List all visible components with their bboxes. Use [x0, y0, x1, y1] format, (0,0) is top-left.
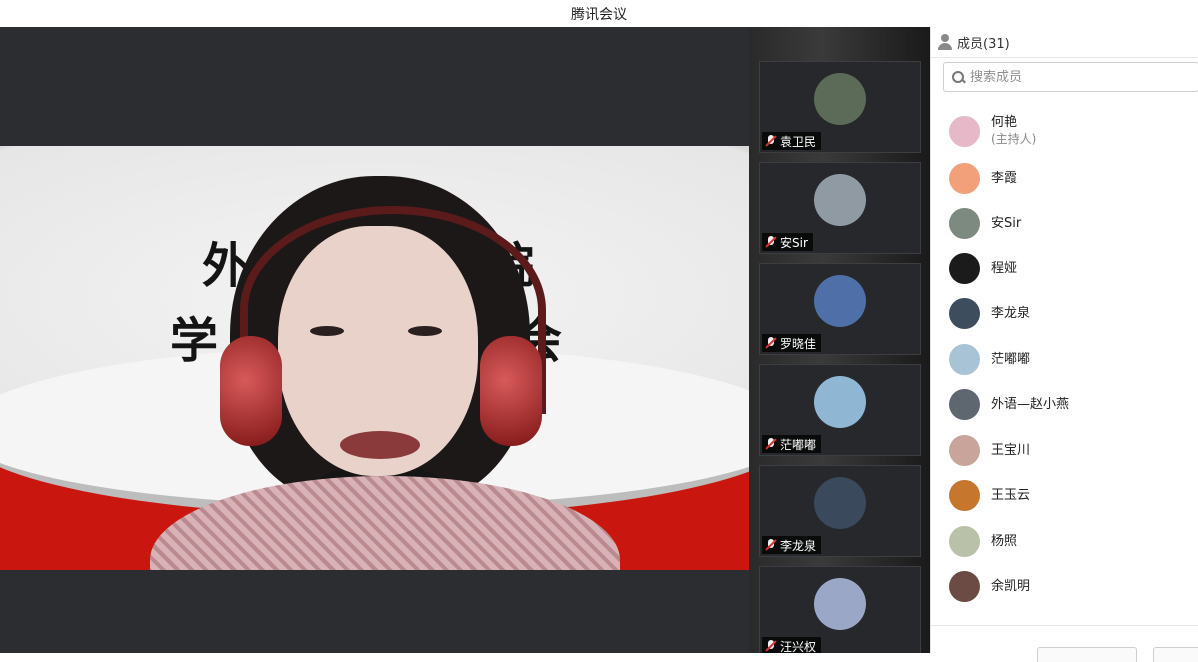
member-name: 李霞	[991, 170, 1018, 186]
list-item[interactable]: 杨照	[949, 523, 1017, 559]
speaker-figure	[150, 166, 620, 570]
avatar	[814, 578, 866, 630]
list-item[interactable]: 茫嘟嘟	[949, 341, 1030, 377]
participant-video-strip[interactable]: 袁卫民 安Sir 罗晓佳 茫嘟嘟 李龙泉 汪兴权	[749, 27, 930, 653]
headphone-right	[480, 336, 542, 446]
avatar	[949, 162, 980, 194]
participant-label: 茫嘟嘟	[762, 435, 822, 453]
member-name: 杨照	[991, 533, 1018, 549]
avatar	[949, 207, 980, 239]
avatar	[949, 297, 980, 329]
search-input[interactable]	[968, 68, 1172, 86]
footer-button[interactable]	[1153, 647, 1198, 662]
participant-label: 李龙泉	[762, 536, 822, 554]
participant-label: 罗晓佳	[762, 334, 822, 352]
member-search-box[interactable]	[943, 62, 1198, 92]
mic-muted-icon	[765, 135, 777, 147]
participant-label: 汪兴权	[762, 637, 822, 653]
mic-muted-icon	[765, 640, 777, 652]
participant-tile[interactable]: 袁卫民	[759, 61, 921, 153]
avatar	[949, 479, 980, 511]
avatar	[949, 388, 980, 420]
avatar	[949, 525, 980, 557]
avatar	[949, 434, 980, 466]
mic-muted-icon	[765, 236, 777, 248]
footer-button[interactable]	[1037, 647, 1137, 662]
member-name: 茫嘟嘟	[991, 351, 1031, 367]
window-title-bar: 腾讯会议	[0, 0, 1198, 27]
list-item[interactable]: 何艳 (主持人)	[949, 113, 1036, 149]
search-icon	[952, 71, 964, 83]
members-panel-footer	[931, 625, 1198, 662]
avatar	[949, 343, 980, 375]
avatar	[814, 275, 866, 327]
members-panel: 成员(31) 何艳 (主持人) 李霞 安Sir 程娅 李龙泉	[930, 27, 1198, 662]
members-panel-header: 成员(31)	[931, 27, 1198, 58]
participant-tile[interactable]: 安Sir	[759, 162, 921, 254]
participant-tile[interactable]: 罗晓佳	[759, 263, 921, 355]
avatar	[814, 477, 866, 529]
avatar	[949, 252, 980, 284]
main-speaker-video[interactable]: 外院 学会	[0, 146, 749, 570]
list-item[interactable]: 安Sir	[949, 205, 1021, 241]
participant-tile[interactable]: 李龙泉	[759, 465, 921, 557]
window-title: 腾讯会议	[571, 6, 627, 23]
member-name: 王玉云	[991, 487, 1031, 503]
list-item[interactable]: 王宝川	[949, 432, 1030, 468]
list-item[interactable]: 李霞	[949, 160, 1017, 196]
member-name: 王宝川	[991, 442, 1031, 458]
participant-label: 安Sir	[762, 233, 813, 251]
members-count-title: 成员(31)	[957, 36, 1010, 52]
participant-label: 袁卫民	[762, 132, 822, 150]
member-name: 李龙泉	[991, 305, 1031, 321]
member-role: (主持人)	[991, 132, 1037, 146]
member-name: 程娅	[991, 260, 1018, 276]
avatar	[949, 115, 980, 147]
list-item[interactable]: 外语—赵小燕	[949, 386, 1069, 422]
list-item[interactable]: 余凯明	[949, 568, 1030, 604]
headphone-left	[220, 336, 282, 446]
avatar	[949, 570, 980, 602]
list-item[interactable]: 李龙泉	[949, 295, 1030, 331]
participant-tile[interactable]: 汪兴权	[759, 566, 921, 653]
person-icon	[937, 34, 953, 50]
member-name: 余凯明	[991, 578, 1031, 594]
main-stage: 外院 学会	[0, 27, 749, 653]
member-name: 何艳	[991, 115, 1018, 130]
avatar	[814, 174, 866, 226]
list-item[interactable]: 程娅	[949, 250, 1017, 286]
list-item[interactable]: 王玉云	[949, 477, 1030, 513]
member-name: 安Sir	[991, 215, 1022, 231]
mic-muted-icon	[765, 539, 777, 551]
avatar	[814, 376, 866, 428]
participant-tile[interactable]: 茫嘟嘟	[759, 364, 921, 456]
member-name: 外语—赵小燕	[991, 396, 1070, 412]
avatar	[814, 73, 866, 125]
mic-muted-icon	[765, 337, 777, 349]
mic-muted-icon	[765, 438, 777, 450]
